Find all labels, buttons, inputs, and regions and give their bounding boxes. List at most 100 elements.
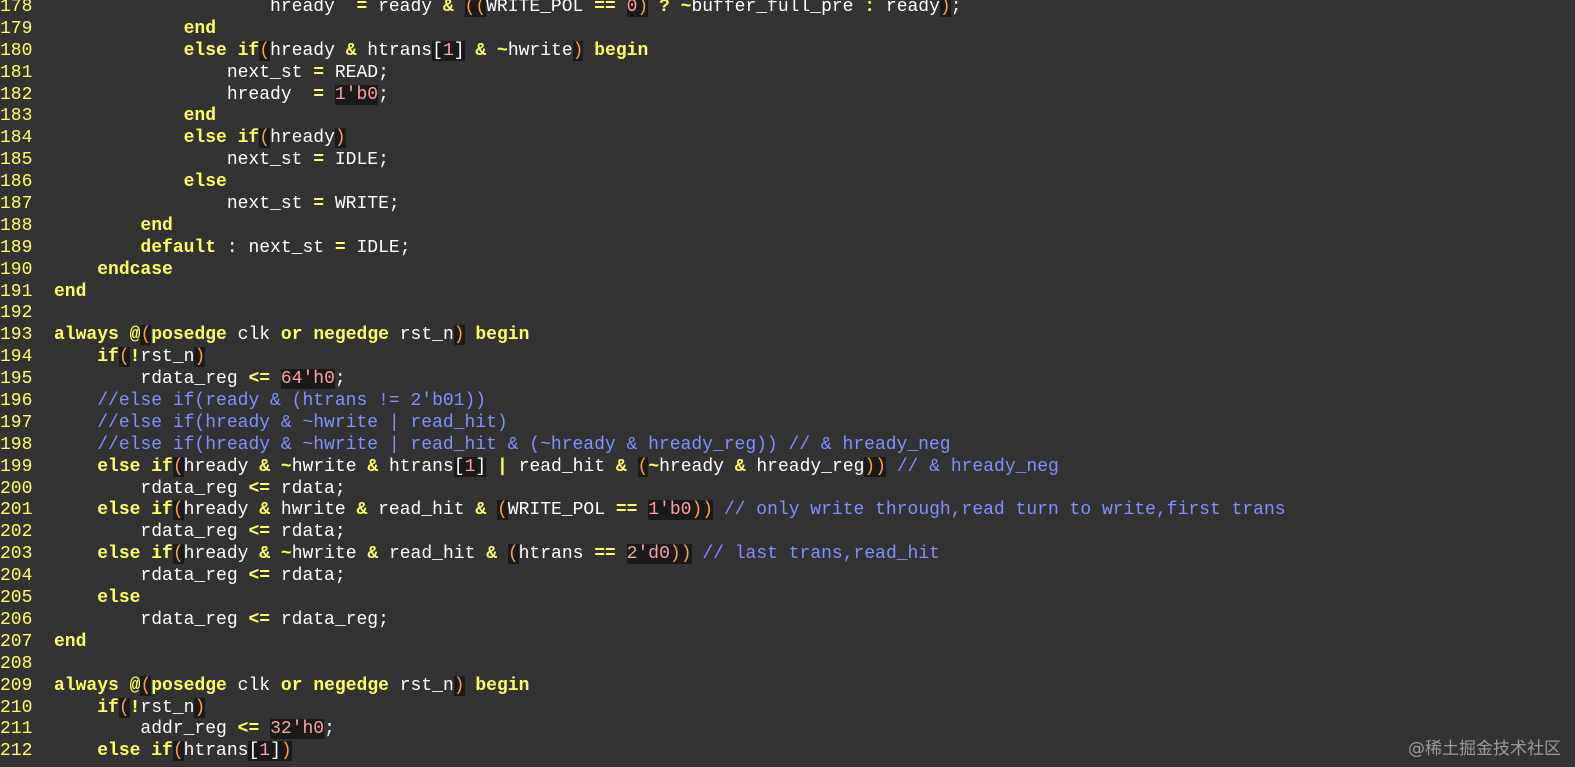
line-code: next_st = READ; (54, 62, 389, 83)
line-code: else if(hready & ~hwrite & htrans[1] | r… (97, 456, 1059, 477)
line-code: end (183, 106, 217, 127)
line-number: 208 (0, 653, 33, 674)
line-code: always @(posedge clk or negedge rst_n) b… (54, 325, 530, 346)
code-line[interactable]: 188 end (0, 216, 1575, 238)
line-code: else (97, 588, 141, 609)
line-code: addr_reg <= 32'h0; (54, 719, 335, 740)
code-line[interactable]: 201 else if(hready & hwrite & read_hit &… (0, 500, 1575, 522)
code-line[interactable]: 179 end (0, 19, 1575, 41)
code-line[interactable]: 181 next_st = READ; (0, 63, 1575, 85)
line-number: 184 (0, 128, 33, 149)
line-code: else if(htrans[1]) (97, 741, 292, 762)
line-code: hready = ready & ((WRITE_POL == 0) ? ~bu… (54, 0, 962, 19)
line-number: 194 (0, 347, 33, 368)
code-line[interactable]: 195 rdata_reg <= 64'h0; (0, 369, 1575, 391)
code-line[interactable]: 191 end (0, 282, 1575, 304)
line-number: 193 (0, 325, 33, 346)
code-line[interactable]: 193 always @(posedge clk or negedge rst_n… (0, 325, 1575, 347)
line-number: 195 (0, 369, 33, 390)
code-line[interactable]: 196 //else if(ready & (htrans != 2'b01)) (0, 391, 1575, 413)
line-number: 210 (0, 697, 33, 718)
line-code: else if(hready & hwrite & read_hit & (WR… (97, 500, 1286, 521)
code-line[interactable]: 183 end (0, 106, 1575, 128)
line-number: 201 (0, 500, 33, 521)
line-number: 203 (0, 544, 33, 565)
line-number: 186 (0, 172, 33, 193)
line-code: rdata_reg <= rdata; (54, 566, 346, 587)
line-number: 197 (0, 412, 33, 433)
code-line[interactable]: 208 (0, 654, 1575, 676)
code-line[interactable]: 203 else if(hready & ~hwrite & read_hit … (0, 544, 1575, 566)
line-code: rdata_reg <= 64'h0; (54, 369, 346, 390)
line-number: 200 (0, 478, 33, 499)
line-number: 211 (0, 719, 33, 740)
code-line[interactable]: 186 else (0, 172, 1575, 194)
line-code: rdata_reg <= rdata; (54, 522, 346, 543)
line-number: 183 (0, 106, 33, 127)
line-code: endcase (97, 259, 173, 280)
line-number: 207 (0, 631, 33, 652)
line-number: 187 (0, 194, 33, 215)
line-code: rdata_reg <= rdata_reg; (54, 609, 389, 630)
line-code: default : next_st = IDLE; (140, 237, 411, 258)
code-line[interactable]: 207 end (0, 632, 1575, 654)
line-number: 182 (0, 84, 33, 105)
code-line[interactable]: 197 //else if(hready & ~hwrite | read_hi… (0, 413, 1575, 435)
code-line[interactable]: 206 rdata_reg <= rdata_reg; (0, 610, 1575, 632)
line-code: else (183, 172, 227, 193)
code-editor[interactable]: 178 hready = ready & ((WRITE_POL == 0) ?… (0, 0, 1575, 763)
code-line[interactable]: 200 rdata_reg <= rdata; (0, 479, 1575, 501)
line-number: 199 (0, 456, 33, 477)
code-line[interactable]: 204 rdata_reg <= rdata; (0, 566, 1575, 588)
code-line[interactable]: 198 //else if(hready & ~hwrite | read_hi… (0, 435, 1575, 457)
code-line[interactable]: 192 (0, 303, 1575, 325)
line-code: if(!rst_n) (97, 697, 206, 718)
watermark-text: @稀土掘金技术社区 (1408, 739, 1561, 759)
line-number: 192 (0, 303, 33, 324)
line-code: //else if(ready & (htrans != 2'b01)) (97, 391, 487, 412)
code-line[interactable]: 202 rdata_reg <= rdata; (0, 522, 1575, 544)
code-line[interactable]: 185 next_st = IDLE; (0, 150, 1575, 172)
code-line[interactable]: 212 else if(htrans[1]) (0, 741, 1575, 763)
line-number: 188 (0, 215, 33, 236)
line-number: 181 (0, 62, 33, 83)
code-line[interactable]: 194 if(!rst_n) (0, 347, 1575, 369)
line-number: 180 (0, 40, 33, 61)
line-number: 202 (0, 522, 33, 543)
line-code: else if(hready) (183, 128, 346, 149)
line-number: 198 (0, 434, 33, 455)
code-line[interactable]: 178 hready = ready & ((WRITE_POL == 0) ?… (0, 0, 1575, 19)
line-number: 178 (0, 0, 33, 17)
code-line[interactable]: 205 else (0, 588, 1575, 610)
line-code: hready = 1'b0; (54, 84, 389, 105)
line-number: 212 (0, 741, 33, 762)
line-code: next_st = WRITE; (54, 194, 400, 215)
code-line[interactable]: 189 default : next_st = IDLE; (0, 238, 1575, 260)
code-line[interactable]: 199 else if(hready & ~hwrite & htrans[1]… (0, 456, 1575, 479)
code-line[interactable]: 190 endcase (0, 260, 1575, 282)
line-code: next_st = IDLE; (54, 150, 389, 171)
code-line[interactable]: 187 next_st = WRITE; (0, 194, 1575, 216)
code-line[interactable]: 209 always @(posedge clk or negedge rst_n… (0, 675, 1575, 698)
code-line[interactable]: 184 else if(hready) (0, 128, 1575, 150)
line-code: //else if(hready & ~hwrite | read_hit & … (97, 434, 951, 455)
line-number: 209 (0, 675, 33, 696)
line-code: rdata_reg <= rdata; (54, 478, 346, 499)
code-line[interactable]: 211 addr_reg <= 32'h0; (0, 719, 1575, 741)
line-code: end (54, 631, 87, 652)
line-number: 179 (0, 18, 33, 39)
line-code: end (183, 18, 217, 39)
line-code: if(!rst_n) (97, 347, 206, 368)
line-number: 190 (0, 259, 33, 280)
line-code: else if(hready & ~hwrite & read_hit & (h… (97, 544, 940, 565)
code-line[interactable]: 180 else if(hready & htrans[1] & ~hwrite… (0, 40, 1575, 63)
line-code: //else if(hready & ~hwrite | read_hit) (97, 412, 508, 433)
line-number: 205 (0, 588, 33, 609)
code-line[interactable]: 210 if(!rst_n) (0, 697, 1575, 720)
code-line[interactable]: 182 hready = 1'b0; (0, 84, 1575, 107)
line-code: end (140, 215, 173, 236)
line-code: else if(hready & htrans[1] & ~hwrite) be… (183, 40, 649, 61)
line-number: 189 (0, 237, 33, 258)
line-number: 185 (0, 150, 33, 171)
line-code: always @(posedge clk or negedge rst_n) b… (54, 675, 530, 696)
